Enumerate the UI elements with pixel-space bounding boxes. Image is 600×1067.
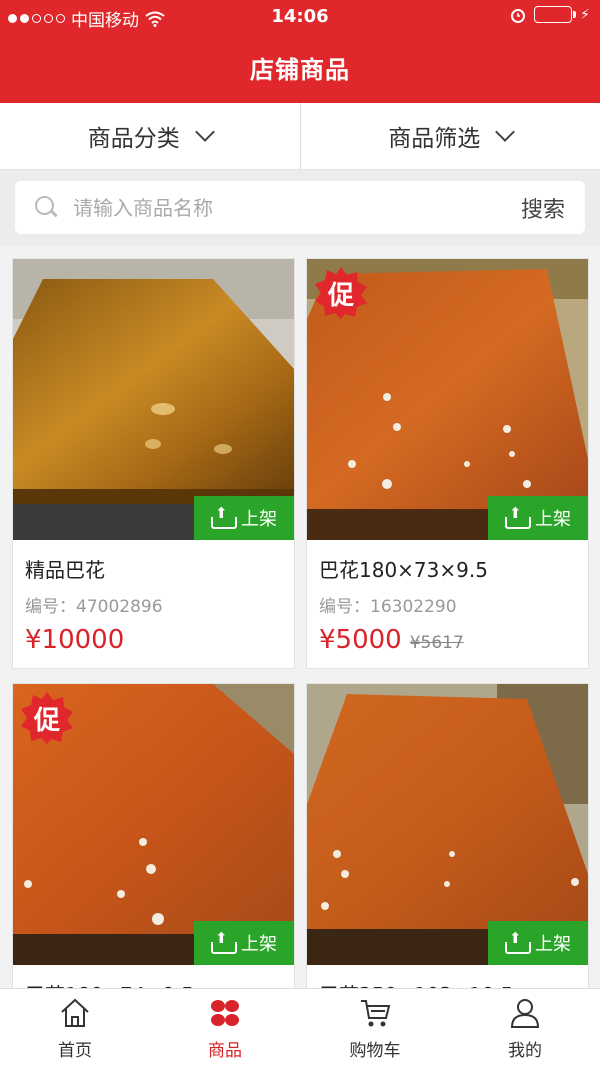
product-info: 巴花180×74×9.5 (13, 965, 294, 988)
nav-mine-label: 我的 (508, 1040, 542, 1061)
chevron-down-icon (194, 122, 215, 142)
filter-bar: 商品分类 商品筛选 (0, 103, 600, 170)
promo-badge: 促 (315, 267, 367, 319)
chevron-down-icon (495, 122, 516, 142)
product-grid: 上架 精品巴花 编号：47002896 ¥10000 (0, 246, 600, 988)
battery-icon (534, 6, 577, 23)
promo-label: 促 (327, 281, 354, 311)
screen-filter[interactable]: 商品筛选 (299, 103, 600, 169)
nav-goods-label: 商品 (208, 1040, 242, 1061)
shelf-label: 上架 (535, 509, 571, 530)
upload-icon (505, 929, 531, 954)
cart-icon (361, 999, 391, 1026)
product-card[interactable]: 促 上架 巴花180×73×9.5 编号：16302290 ¥5000 ¥561… (306, 258, 589, 669)
goods-icon (211, 999, 239, 1026)
product-image[interactable]: 促 上架 (307, 259, 588, 540)
nav-home[interactable]: 首页 (0, 989, 150, 1067)
search-area: 搜索 (0, 170, 600, 246)
shelf-button[interactable]: 上架 (194, 921, 294, 965)
screen-filter-label: 商品筛选 (388, 126, 481, 152)
product-code: 编号：16302290 (319, 597, 457, 617)
search-icon (35, 195, 59, 220)
product-image[interactable]: 促 上架 (13, 684, 294, 965)
product-image[interactable]: 上架 (307, 684, 588, 965)
search-button[interactable]: 搜索 (521, 192, 565, 224)
product-original-price: ¥5617 (409, 633, 464, 653)
category-filter[interactable]: 商品分类 (0, 103, 300, 169)
home-icon (61, 998, 89, 1027)
shelf-button[interactable]: 上架 (488, 921, 588, 965)
product-info: 巴花250×103×10.5 (307, 965, 588, 988)
nav-cart[interactable]: 购物车 (300, 989, 450, 1067)
search-input[interactable] (73, 195, 521, 220)
nav-goods[interactable]: 商品 (150, 989, 300, 1067)
product-info: 精品巴花 编号：47002896 ¥10000 (13, 540, 294, 668)
product-info: 巴花180×73×9.5 编号：16302290 ¥5000 ¥5617 (307, 540, 588, 668)
bottom-nav: 首页 商品 购物车 我的 (0, 988, 600, 1067)
product-name: 巴花250×103×10.5 (319, 979, 576, 988)
alarm-icon (511, 8, 526, 23)
top-bar: 中国移动 14:06 ⚡ 店铺商品 (0, 0, 600, 103)
product-code: 编号：47002896 (25, 597, 163, 617)
product-card[interactable]: 促 上架 巴花180×74×9.5 (12, 683, 295, 988)
shelf-button[interactable]: 上架 (194, 496, 294, 540)
product-name: 巴花180×74×9.5 (25, 979, 282, 988)
category-filter-label: 商品分类 (87, 126, 180, 152)
product-name: 巴花180×73×9.5 (319, 558, 488, 582)
product-price: ¥10000 (25, 625, 125, 655)
shelf-label: 上架 (241, 509, 277, 530)
upload-icon (211, 929, 237, 954)
nav-home-label: 首页 (58, 1040, 92, 1061)
product-card[interactable]: 上架 巴花250×103×10.5 (306, 683, 589, 988)
page-title: 店铺商品 (250, 56, 350, 84)
promo-badge: 促 (21, 692, 73, 744)
shelf-label: 上架 (535, 934, 571, 955)
upload-icon (505, 504, 531, 529)
nav-cart-label: 购物车 (349, 1040, 401, 1061)
product-image[interactable]: 上架 (13, 259, 294, 540)
shelf-label: 上架 (241, 934, 277, 955)
user-icon (510, 998, 540, 1028)
product-price: ¥5000 (319, 625, 402, 655)
product-name: 精品巴花 (25, 558, 105, 582)
charging-icon: ⚡ (580, 6, 590, 23)
promo-label: 促 (33, 706, 60, 736)
shelf-button[interactable]: 上架 (488, 496, 588, 540)
upload-icon (211, 504, 237, 529)
product-card[interactable]: 上架 精品巴花 编号：47002896 ¥10000 (12, 258, 295, 669)
status-bar: 中国移动 14:06 ⚡ (0, 0, 600, 34)
search-box: 搜索 (15, 181, 585, 234)
nav-mine[interactable]: 我的 (450, 989, 600, 1067)
